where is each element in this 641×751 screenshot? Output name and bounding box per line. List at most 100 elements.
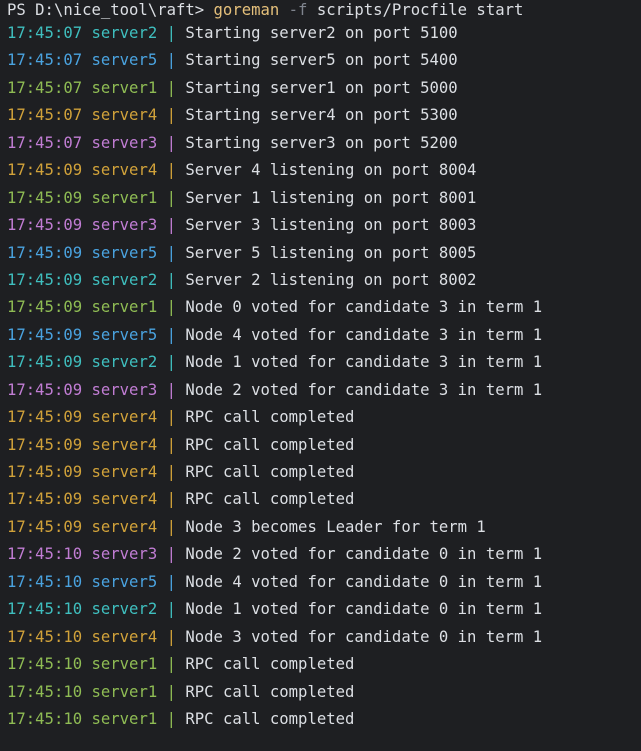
log-line: 17:45:09 server4 | RPC call completed xyxy=(7,462,641,489)
log-lines: 17:45:07 server2 | Starting server2 on p… xyxy=(7,23,641,736)
log-line: 17:45:10 server2 | Node 1 voted for cand… xyxy=(7,599,641,626)
log-line: 17:45:09 server5 | Server 5 listening on… xyxy=(7,243,641,270)
log-separator: | xyxy=(166,682,176,701)
log-message: Node 2 voted for candidate 0 in term 1 xyxy=(185,545,543,564)
log-separator: | xyxy=(166,435,176,454)
log-line: 17:45:07 server2 | Starting server2 on p… xyxy=(7,23,641,50)
log-message: Node 4 voted for candidate 0 in term 1 xyxy=(185,572,543,591)
log-timestamp: 17:45:07 xyxy=(7,51,83,70)
log-timestamp: 17:45:09 xyxy=(7,463,83,481)
log-timestamp: 17:45:07 xyxy=(7,24,83,42)
log-message: Node 4 voted for candidate 3 in term 1 xyxy=(185,325,543,344)
log-line: 17:45:09 server1 | Server 1 listening on… xyxy=(7,188,641,215)
log-separator: | xyxy=(166,545,176,564)
log-timestamp: 17:45:10 xyxy=(7,572,83,591)
log-separator: | xyxy=(166,24,176,42)
log-line: 17:45:09 server4 | Server 4 listening on… xyxy=(7,160,641,187)
log-message: Node 2 voted for candidate 3 in term 1 xyxy=(185,380,543,399)
command-name: goreman xyxy=(213,1,280,19)
log-process-name: server3 xyxy=(91,380,158,399)
log-process-name: server3 xyxy=(91,545,158,564)
log-timestamp: 17:45:09 xyxy=(7,325,83,344)
log-line: 17:45:09 server2 | Node 1 voted for cand… xyxy=(7,352,641,379)
log-timestamp: 17:45:10 xyxy=(7,682,83,701)
log-line: 17:45:10 server5 | Node 4 voted for cand… xyxy=(7,572,641,599)
log-separator: | xyxy=(166,51,176,70)
log-message: Node 3 voted for candidate 0 in term 1 xyxy=(185,627,543,646)
log-message: RPC call completed xyxy=(185,490,355,509)
log-separator: | xyxy=(166,216,176,235)
log-message: Node 1 voted for candidate 0 in term 1 xyxy=(185,600,543,619)
log-message: Starting server2 on port 5100 xyxy=(185,24,458,42)
log-timestamp: 17:45:10 xyxy=(7,600,83,619)
log-line: 17:45:10 server1 | RPC call completed xyxy=(7,654,641,681)
log-process-name: server3 xyxy=(91,216,158,235)
log-process-name: server2 xyxy=(91,24,158,42)
log-line: 17:45:07 server5 | Starting server5 on p… xyxy=(7,50,641,77)
log-separator: | xyxy=(166,572,176,591)
log-separator: | xyxy=(166,243,176,262)
log-timestamp: 17:45:09 xyxy=(7,408,83,427)
log-timestamp: 17:45:09 xyxy=(7,380,83,399)
log-timestamp: 17:45:10 xyxy=(7,545,83,564)
log-process-name: server5 xyxy=(91,325,158,344)
log-line: 17:45:09 server3 | Server 3 listening on… xyxy=(7,215,641,242)
log-line: 17:45:10 server3 | Node 2 voted for cand… xyxy=(7,544,641,571)
log-separator: | xyxy=(166,353,176,372)
log-process-name: server4 xyxy=(91,435,158,454)
log-timestamp: 17:45:09 xyxy=(7,270,83,289)
log-separator: | xyxy=(166,627,176,646)
log-separator: | xyxy=(166,133,176,152)
log-message: RPC call completed xyxy=(185,709,355,728)
log-line: 17:45:10 server1 | RPC call completed xyxy=(7,709,641,736)
log-message: Starting server1 on port 5000 xyxy=(185,78,458,97)
log-process-name: server1 xyxy=(91,655,158,674)
log-message: Server 4 listening on port 8004 xyxy=(185,161,477,180)
log-line: 17:45:07 server4 | Starting server4 on p… xyxy=(7,105,641,132)
log-process-name: server4 xyxy=(91,517,158,536)
log-line: 17:45:09 server1 | Node 0 voted for cand… xyxy=(7,297,641,324)
log-separator: | xyxy=(166,161,176,180)
log-separator: | xyxy=(166,490,176,509)
log-process-name: server1 xyxy=(91,709,158,728)
log-timestamp: 17:45:09 xyxy=(7,161,83,180)
log-line: 17:45:09 server5 | Node 4 voted for cand… xyxy=(7,325,641,352)
log-message: Server 5 listening on port 8005 xyxy=(185,243,477,262)
log-line: 17:45:09 server4 | RPC call completed xyxy=(7,435,641,462)
log-timestamp: 17:45:09 xyxy=(7,517,83,536)
terminal-output[interactable]: PS D:\nice_tool\raft> goreman -f scripts… xyxy=(0,0,641,751)
log-line: 17:45:07 server1 | Starting server1 on p… xyxy=(7,78,641,105)
log-separator: | xyxy=(166,325,176,344)
log-separator: | xyxy=(166,270,176,289)
log-process-name: server4 xyxy=(91,106,158,125)
log-separator: | xyxy=(166,188,176,207)
log-process-name: server4 xyxy=(91,161,158,180)
command-args: scripts/Procfile start xyxy=(316,1,524,19)
log-message: RPC call completed xyxy=(185,655,355,674)
log-separator: | xyxy=(166,298,176,317)
log-process-name: server4 xyxy=(91,408,158,427)
log-timestamp: 17:45:09 xyxy=(7,353,83,372)
log-message: Starting server4 on port 5300 xyxy=(185,106,458,125)
log-process-name: server5 xyxy=(91,51,158,70)
log-line: 17:45:09 server4 | RPC call completed xyxy=(7,407,641,434)
log-message: Starting server3 on port 5200 xyxy=(185,133,458,152)
log-process-name: server2 xyxy=(91,600,158,619)
log-timestamp: 17:45:09 xyxy=(7,216,83,235)
log-separator: | xyxy=(166,517,176,536)
log-message: Server 3 listening on port 8003 xyxy=(185,216,477,235)
log-separator: | xyxy=(166,78,176,97)
log-message: RPC call completed xyxy=(185,463,355,481)
log-separator: | xyxy=(166,655,176,674)
log-separator: | xyxy=(166,463,176,481)
log-message: RPC call completed xyxy=(185,435,355,454)
log-line: 17:45:09 server4 | RPC call completed xyxy=(7,489,641,516)
log-process-name: server2 xyxy=(91,353,158,372)
log-line: 17:45:10 server1 | RPC call completed xyxy=(7,682,641,709)
log-timestamp: 17:45:09 xyxy=(7,435,83,454)
log-separator: | xyxy=(166,600,176,619)
log-timestamp: 17:45:07 xyxy=(7,106,83,125)
log-process-name: server4 xyxy=(91,463,158,481)
log-process-name: server4 xyxy=(91,490,158,509)
log-process-name: server4 xyxy=(91,627,158,646)
